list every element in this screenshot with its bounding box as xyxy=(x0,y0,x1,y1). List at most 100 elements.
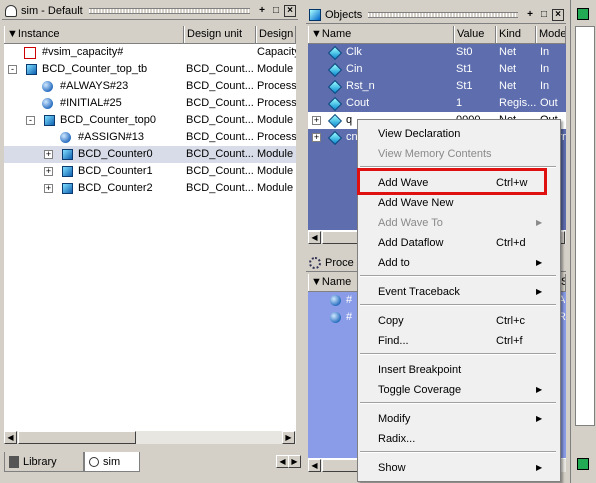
signal-icon xyxy=(327,62,343,77)
menu-item-add-dataflow[interactable]: Add Dataflow Ctrl+d xyxy=(358,233,560,253)
process-icon xyxy=(330,312,341,323)
menu-item-find[interactable]: Find... Ctrl+f xyxy=(358,331,560,351)
undock-icon[interactable]: □ xyxy=(538,9,550,21)
tree-row[interactable]: #ALWAYS#23 BCD_Count... Process xyxy=(4,78,296,95)
panel-icon xyxy=(577,458,589,470)
menu-separator xyxy=(360,402,556,404)
col-mode[interactable]: Mode xyxy=(536,26,566,43)
expand-icon[interactable]: + xyxy=(312,116,321,125)
dock-plus-icon[interactable]: + xyxy=(524,9,536,21)
menu-item-add-wave-to: Add Wave To ▶ xyxy=(358,213,560,233)
menu-separator xyxy=(360,304,556,306)
signal-row[interactable]: Rst_n St1 Net In xyxy=(308,78,566,95)
module-icon xyxy=(26,64,37,75)
process-icon xyxy=(42,81,53,92)
submenu-arrow-icon: ▶ xyxy=(536,385,543,394)
col-instance[interactable]: ▼Instance xyxy=(4,26,184,43)
col-design-unit[interactable]: Design unit xyxy=(184,26,256,43)
sim-panel-titlebar: sim - Default + □ × xyxy=(2,2,298,20)
sim-tree: #vsim_capacity# Capacity - BCD_Counter_t… xyxy=(4,44,296,430)
context-menu: View Declaration View Memory Contents Ad… xyxy=(357,119,561,482)
library-icon xyxy=(9,455,19,468)
menu-item-radix[interactable]: Radix... xyxy=(358,429,560,449)
process-icon xyxy=(42,98,53,109)
scroll-thumb[interactable] xyxy=(322,459,362,472)
menu-separator xyxy=(360,451,556,453)
tab-library[interactable]: Library xyxy=(4,452,84,472)
expand-icon[interactable]: + xyxy=(44,184,53,193)
panel-body xyxy=(575,26,595,426)
signal-row[interactable]: Cout 1 Regis... Out xyxy=(308,95,566,112)
sim-icon xyxy=(89,456,99,467)
objects-column-header: ▼Name Value Kind Mode xyxy=(308,26,566,44)
col-kind[interactable]: Kind xyxy=(496,26,536,43)
process-icon xyxy=(330,295,341,306)
panel-icon xyxy=(577,8,589,20)
menu-separator xyxy=(360,353,556,355)
close-icon[interactable]: × xyxy=(552,8,564,21)
menu-item-add-wave-new[interactable]: Add Wave New xyxy=(358,193,560,213)
tree-row-selected[interactable]: + BCD_Counter0 BCD_Count... Module xyxy=(4,146,296,163)
submenu-arrow-icon: ▶ xyxy=(536,218,543,227)
collapse-icon[interactable]: - xyxy=(8,65,17,74)
menu-item-toggle-coverage[interactable]: Toggle Coverage ▶ xyxy=(358,380,560,400)
tree-row[interactable]: #ASSIGN#13 BCD_Count... Process xyxy=(4,129,296,146)
scroll-thumb[interactable] xyxy=(18,431,136,444)
sim-hscrollbar[interactable]: ◀ ▶ xyxy=(4,430,296,444)
scroll-thumb[interactable] xyxy=(322,231,362,244)
undock-icon[interactable]: □ xyxy=(270,5,282,17)
tab-sim[interactable]: sim xyxy=(84,452,140,472)
scroll-right-icon[interactable]: ▶ xyxy=(282,431,295,444)
submenu-arrow-icon: ▶ xyxy=(536,414,543,423)
menu-item-insert-breakpoint[interactable]: Insert Breakpoint xyxy=(358,360,560,380)
menu-item-show[interactable]: Show ▶ xyxy=(358,458,560,478)
menu-item-view-declaration[interactable]: View Declaration xyxy=(358,124,560,144)
col-design-type[interactable]: Design u xyxy=(256,26,296,43)
sim-panel-title: sim - Default xyxy=(21,4,83,17)
signal-icon xyxy=(327,79,343,94)
expand-icon[interactable]: + xyxy=(44,167,53,176)
gear-icon xyxy=(309,256,321,269)
signal-row[interactable]: Cin St1 Net In xyxy=(308,61,566,78)
objects-icon xyxy=(309,8,321,21)
col-value[interactable]: Value xyxy=(454,26,496,43)
tree-row[interactable]: #INITIAL#25 BCD_Count... Process xyxy=(4,95,296,112)
scroll-left-icon[interactable]: ◀ xyxy=(4,431,17,444)
menu-separator xyxy=(360,275,556,277)
menu-item-add-to[interactable]: Add to ▶ xyxy=(358,253,560,273)
signal-row[interactable]: Clk St0 Net In xyxy=(308,44,566,61)
menu-item-modify[interactable]: Modify ▶ xyxy=(358,409,560,429)
signal-icon xyxy=(327,45,343,60)
register-icon xyxy=(327,96,343,111)
panel-grip[interactable] xyxy=(88,7,250,14)
objects-panel-title: Objects xyxy=(325,8,363,21)
tree-row[interactable]: - BCD_Counter_top_tb BCD_Count... Module xyxy=(4,61,296,78)
tree-row[interactable]: #vsim_capacity# Capacity xyxy=(4,44,296,61)
collapse-icon[interactable]: - xyxy=(26,116,35,125)
tree-row[interactable]: - BCD_Counter_top0 BCD_Count... Module xyxy=(4,112,296,129)
module-icon xyxy=(62,149,73,160)
tab-scroll-right-icon[interactable]: ▶ xyxy=(288,455,301,468)
dock-plus-icon[interactable]: + xyxy=(256,5,268,17)
tree-row[interactable]: + BCD_Counter1 BCD_Count... Module xyxy=(4,163,296,180)
submenu-arrow-icon: ▶ xyxy=(536,258,543,267)
submenu-arrow-icon: ▶ xyxy=(536,463,543,472)
tree-row[interactable]: + BCD_Counter2 BCD_Count... Module xyxy=(4,180,296,197)
processes-panel-title: Proce xyxy=(325,256,354,269)
panel-grip[interactable] xyxy=(368,11,518,18)
menu-item-copy[interactable]: Copy Ctrl+c xyxy=(358,311,560,331)
process-icon xyxy=(60,132,71,143)
menu-item-event-traceback[interactable]: Event Traceback ▶ xyxy=(358,282,560,302)
expand-icon[interactable]: + xyxy=(44,150,53,159)
module-icon xyxy=(62,166,73,177)
col-name[interactable]: ▼Name xyxy=(308,26,454,43)
scroll-left-icon[interactable]: ◀ xyxy=(308,231,321,244)
sim-column-header: ▼Instance Design unit Design u xyxy=(4,26,296,44)
capacity-icon xyxy=(24,46,36,59)
expand-icon[interactable]: + xyxy=(312,133,321,142)
module-icon xyxy=(62,183,73,194)
close-icon[interactable]: × xyxy=(284,4,296,17)
scroll-left-icon[interactable]: ◀ xyxy=(308,459,321,472)
sim-icon xyxy=(5,4,17,17)
bus-icon xyxy=(327,113,343,128)
